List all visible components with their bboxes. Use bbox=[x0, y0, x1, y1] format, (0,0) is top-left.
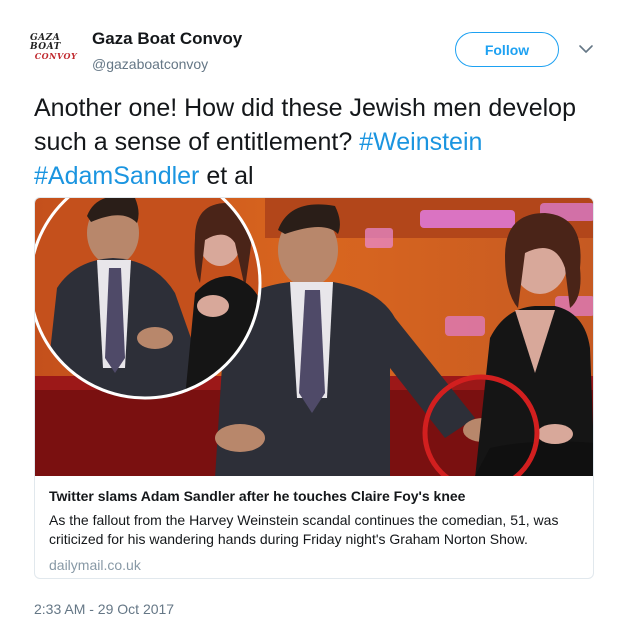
display-name[interactable]: Gaza Boat Convoy bbox=[92, 29, 242, 49]
avatar-logo-line2: CONVOY bbox=[34, 50, 78, 61]
avatar-logo-line1: GAZA BOAT bbox=[30, 32, 61, 52]
card-description: As the fallout from the Harvey Weinstein… bbox=[49, 512, 559, 547]
card-domain[interactable]: dailymail.co.uk bbox=[49, 557, 581, 573]
user-handle[interactable]: @gazaboatconvoy bbox=[92, 56, 208, 72]
follow-button[interactable]: Follow bbox=[455, 32, 559, 67]
hashtag-adamsandler[interactable]: #AdamSandler bbox=[34, 162, 199, 190]
link-preview-card[interactable]: Twitter slams Adam Sandler after he touc… bbox=[34, 197, 594, 579]
tweet-tail-text: et al bbox=[206, 162, 254, 190]
card-body[interactable]: Twitter slams Adam Sandler after he touc… bbox=[35, 476, 593, 573]
chevron-down-icon[interactable] bbox=[575, 38, 597, 60]
tweet-text: Another one! How did these Jewish men de… bbox=[34, 91, 589, 193]
hashtag-weinstein[interactable]: #Weinstein bbox=[359, 128, 482, 156]
avatar[interactable]: GAZA BOAT CONVOY bbox=[30, 32, 82, 62]
tweet-timestamp[interactable]: 2:33 AM - 29 Oct 2017 bbox=[34, 601, 174, 617]
card-photo[interactable] bbox=[35, 198, 594, 476]
tweet-header: GAZA BOAT CONVOY Gaza Boat Convoy @gazab… bbox=[30, 26, 600, 82]
tweet-body-text: Another one! How did these Jewish men de… bbox=[34, 94, 576, 156]
card-title[interactable]: Twitter slams Adam Sandler after he touc… bbox=[49, 487, 581, 505]
